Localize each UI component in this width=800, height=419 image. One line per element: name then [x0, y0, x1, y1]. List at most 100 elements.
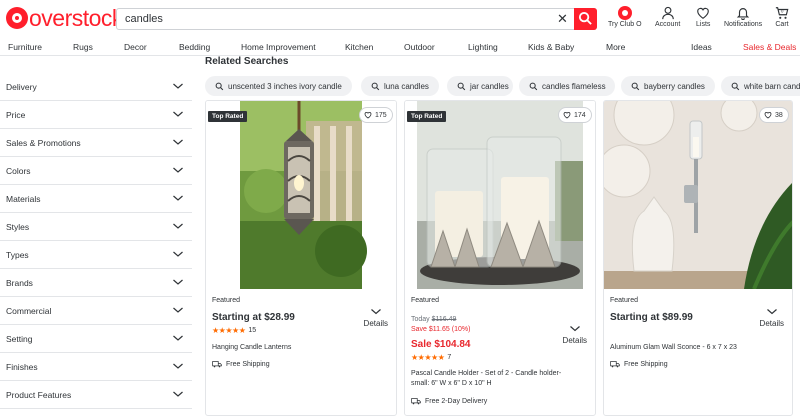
filter-label: Sales & Promotions — [6, 138, 81, 148]
filter-brands[interactable]: Brands — [0, 269, 192, 297]
filter-materials[interactable]: Materials — [0, 185, 192, 213]
chevron-down-icon — [173, 111, 183, 117]
cart-link[interactable]: 0 Cart — [775, 6, 789, 28]
details-button[interactable]: Details — [364, 308, 388, 328]
today-label: Today — [411, 316, 430, 323]
product-image[interactable]: Top Rated — [405, 101, 595, 289]
filter-sales-promotions[interactable]: Sales & Promotions — [0, 129, 192, 157]
truck-icon — [212, 361, 222, 368]
product-name[interactable]: Pascal Candle Holder - Set of 2 - Candle… — [411, 369, 571, 389]
product-price: Starting at $89.99 — [610, 312, 693, 323]
filter-label: Finishes — [6, 362, 38, 372]
product-image[interactable]: Top Rated — [206, 101, 396, 289]
favorite-button[interactable]: 174 — [558, 107, 592, 123]
chip-label: bayberry candles — [644, 81, 705, 91]
favorite-button[interactable]: 38 — [759, 107, 789, 123]
overstock-logo[interactable]: overstock — [6, 6, 123, 30]
shipping-label: Free Shipping — [624, 360, 668, 368]
nav-item-lighting[interactable]: Lighting — [468, 42, 498, 52]
related-chip[interactable]: white barn candles — [721, 76, 800, 96]
chevron-down-icon — [173, 83, 183, 89]
chevron-down-icon — [370, 309, 381, 315]
favorite-button[interactable]: 175 — [359, 107, 393, 123]
shipping-info: Free Shipping — [212, 360, 270, 368]
filter-styles[interactable]: Styles — [0, 213, 192, 241]
chip-label: white barn candles — [744, 81, 800, 91]
product-image[interactable] — [604, 101, 792, 289]
nav-item-decor[interactable]: Decor — [124, 42, 147, 52]
nav-item-more[interactable]: More — [606, 42, 625, 52]
lantern-photo — [206, 101, 396, 289]
club-o-label: Try Club O — [608, 21, 642, 28]
details-button[interactable]: Details — [760, 308, 784, 328]
filter-setting[interactable]: Setting — [0, 325, 192, 353]
product-price: Starting at $28.99 — [212, 312, 295, 323]
related-chip[interactable]: luna candles — [361, 76, 439, 96]
related-chip[interactable]: bayberry candles — [621, 76, 715, 96]
chevron-down-icon — [173, 335, 183, 341]
star-rating[interactable]: ★★★★★ 15 — [212, 326, 256, 335]
product-card[interactable]: Top Rated 174 Featured Today $116.49 Sav… — [404, 100, 596, 416]
filter-delivery[interactable]: Delivery — [0, 73, 192, 101]
chip-label: unscented 3 inches ivory candle — [228, 81, 342, 91]
star-rating[interactable]: ★★★★★ 7 — [411, 353, 451, 362]
product-card[interactable]: 38 Featured Starting at $89.99 Details A… — [603, 100, 793, 416]
filter-label: Types — [6, 250, 29, 260]
cart-label: Cart — [775, 21, 789, 28]
chip-label: candles flameless — [542, 81, 606, 91]
lists-label: Lists — [696, 21, 711, 28]
heart-icon — [764, 111, 772, 119]
search-bar: ✕ — [116, 8, 597, 30]
details-label: Details — [759, 319, 784, 328]
search-icon — [371, 82, 380, 90]
filter-price[interactable]: Price — [0, 101, 192, 129]
details-label: Details — [562, 336, 587, 345]
search-button[interactable] — [574, 8, 597, 30]
filter-label: Price — [6, 110, 26, 120]
nav-item-bedding[interactable]: Bedding — [179, 42, 210, 52]
heart-icon — [563, 111, 571, 119]
details-button[interactable]: Details — [563, 325, 587, 345]
chevron-down-icon — [173, 307, 183, 313]
chevron-down-icon — [173, 279, 183, 285]
chevron-down-icon — [173, 139, 183, 145]
nav-item-kids-baby[interactable]: Kids & Baby — [528, 42, 574, 52]
nav-item-sales-deals[interactable]: Sales & Deals — [743, 42, 796, 52]
nav-item-furniture[interactable]: Furniture — [8, 42, 42, 52]
related-chip[interactable]: candles flameless — [519, 76, 615, 96]
nav-item-ideas[interactable]: Ideas — [691, 42, 712, 52]
notifications-link[interactable]: Notifications — [724, 6, 762, 28]
logo-text: overstock — [29, 5, 123, 31]
related-chip[interactable]: jar candles — [447, 76, 513, 96]
product-name[interactable]: Aluminum Glam Wall Sconce - 6 x 7 x 23 — [610, 343, 770, 353]
filter-label: Setting — [6, 334, 33, 344]
shipping-info: Free Shipping — [610, 360, 668, 368]
related-chip[interactable]: unscented 3 inches ivory candle — [205, 76, 352, 96]
clear-icon[interactable]: ✕ — [557, 11, 568, 27]
account-link[interactable]: Account — [655, 6, 680, 28]
category-nav: Furniture Rugs Decor Bedding Home Improv… — [0, 38, 800, 56]
filter-product-features[interactable]: Product Features — [0, 381, 192, 409]
lists-link[interactable]: Lists — [696, 6, 710, 28]
savings-label: Save $11.65 (10%) — [411, 326, 471, 333]
product-card[interactable]: Top Rated 175 Featured Starting at $28.9… — [205, 100, 397, 416]
filter-colors[interactable]: Colors — [0, 157, 192, 185]
nav-item-rugs[interactable]: Rugs — [73, 42, 93, 52]
rating-count: 7 — [447, 354, 452, 361]
product-name[interactable]: Hanging Candle Lanterns — [212, 343, 372, 353]
filter-types[interactable]: Types — [0, 241, 192, 269]
details-label: Details — [363, 319, 388, 328]
nav-item-kitchen[interactable]: Kitchen — [345, 42, 373, 52]
club-o-link[interactable]: Try Club O — [608, 6, 642, 28]
stars-icon: ★★★★★ — [411, 353, 445, 362]
truck-icon — [411, 398, 421, 405]
club-o-icon — [617, 6, 632, 20]
nav-item-outdoor[interactable]: Outdoor — [404, 42, 435, 52]
search-input[interactable] — [117, 9, 547, 29]
nav-item-home-improvement[interactable]: Home Improvement — [241, 42, 316, 52]
chevron-down-icon — [173, 391, 183, 397]
filter-finishes[interactable]: Finishes — [0, 353, 192, 381]
today-price: Today $116.49 — [411, 316, 456, 323]
chevron-down-icon — [173, 195, 183, 201]
filter-commercial[interactable]: Commercial — [0, 297, 192, 325]
